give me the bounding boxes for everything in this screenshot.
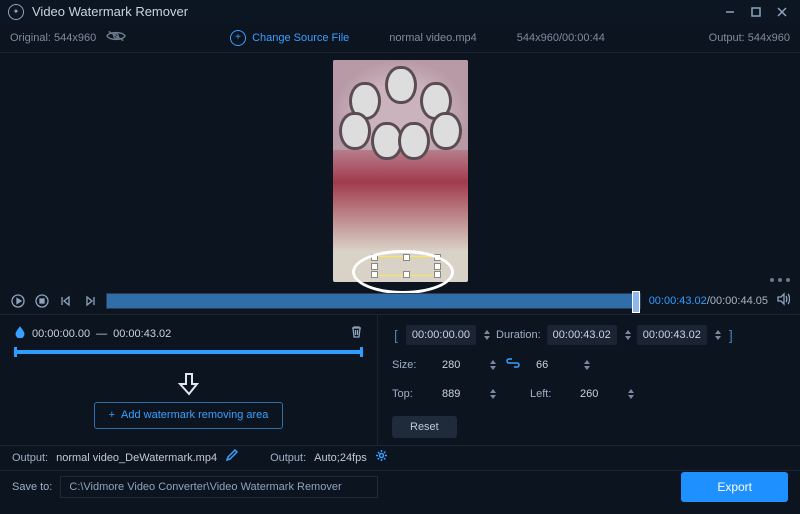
save-row: Save to: C:\Vidmore Video Converter\Vide… (0, 470, 800, 503)
reset-button[interactable]: Reset (392, 416, 457, 438)
properties-panel: [ 00:00:00.00 Duration: 00:00:43.02 00:00… (378, 315, 800, 445)
video-frame (333, 60, 468, 282)
original-label: Original: (10, 31, 51, 45)
segment-end: 00:00:43.02 (113, 327, 171, 341)
maximize-button[interactable] (746, 2, 766, 22)
duration-field[interactable]: 00:00:43.02 (547, 325, 617, 345)
link-icon[interactable] (506, 358, 520, 372)
output-settings-button[interactable] (375, 449, 388, 466)
plus-icon: + (109, 408, 115, 422)
change-source-button[interactable]: + Change Source File (230, 30, 349, 46)
minimize-button[interactable] (720, 2, 740, 22)
video-preview[interactable] (0, 53, 800, 288)
preview-toggle-icon[interactable] (106, 30, 126, 46)
watermark-selection-box[interactable] (373, 256, 439, 276)
app-logo-icon: ✦ (8, 4, 24, 20)
duration-stepper[interactable] (625, 330, 631, 340)
top-label: Top: (392, 387, 426, 401)
timeline-slider[interactable] (106, 293, 641, 309)
header-bar: Original: 544x960 + Change Source File n… (0, 24, 800, 53)
edit-filename-button[interactable] (225, 449, 238, 466)
export-button[interactable]: Export (681, 472, 788, 502)
timecode: 00:00:43.02/00:00:44.05 (649, 294, 768, 308)
stop-button[interactable] (34, 293, 50, 309)
output-format-value: Auto;24fps (314, 451, 367, 465)
change-source-label: Change Source File (252, 31, 349, 45)
duration-label: Duration: (496, 328, 541, 342)
segments-panel: 00:00:00.00 — 00:00:43.02 + Add watermar… (0, 315, 378, 445)
output-res-label: Output: (709, 31, 745, 45)
segment-range-slider[interactable] (14, 350, 363, 354)
playback-bar: 00:00:43.02/00:00:44.05 (0, 288, 800, 314)
add-watermark-area-button[interactable]: + Add watermark removing area (94, 402, 284, 428)
save-path-field[interactable]: C:\Vidmore Video Converter\Video Waterma… (60, 476, 378, 498)
width-field[interactable]: 280 (436, 355, 496, 375)
output-row: Output: normal video_DeWatermark.mp4 Out… (0, 446, 800, 470)
arrow-down-icon (178, 372, 200, 396)
droplet-icon (14, 326, 26, 342)
title-bar: ✦ Video Watermark Remover (0, 0, 800, 24)
segment-dash: — (96, 327, 107, 341)
range-end-stepper[interactable] (715, 330, 721, 340)
play-button[interactable] (10, 293, 26, 309)
filename-label: normal video.mp4 (389, 31, 476, 45)
output-format-label: Output: (270, 451, 306, 465)
more-options-icon[interactable] (770, 278, 790, 282)
range-start-field[interactable]: 00:00:00.00 (406, 325, 476, 345)
save-to-label: Save to: (12, 480, 52, 494)
output-filename: normal video_DeWatermark.mp4 (56, 451, 217, 465)
total-time: 00:00:44.05 (710, 295, 768, 307)
left-label: Left: (530, 387, 564, 401)
app-title: Video Watermark Remover (32, 4, 188, 21)
height-field[interactable]: 66 (530, 355, 590, 375)
bracket-right-icon[interactable]: ] (727, 326, 735, 344)
current-time: 00:00:43.02 (649, 295, 707, 307)
bracket-left-icon[interactable]: [ (392, 326, 400, 344)
add-area-label: Add watermark removing area (121, 408, 268, 422)
output-file-label: Output: (12, 451, 48, 465)
frame-forward-button[interactable] (82, 293, 98, 309)
close-button[interactable] (772, 2, 792, 22)
delete-segment-button[interactable] (350, 325, 363, 342)
volume-icon[interactable] (776, 292, 790, 311)
top-field[interactable]: 889 (436, 384, 496, 404)
size-label: Size: (392, 358, 426, 372)
original-resolution: 544x960 (54, 31, 96, 45)
segment-start: 00:00:00.00 (32, 327, 90, 341)
plus-circle-icon: + (230, 30, 246, 46)
left-field[interactable]: 260 (574, 384, 634, 404)
file-info-label: 544x960/00:00:44 (517, 31, 605, 45)
frame-back-button[interactable] (58, 293, 74, 309)
range-end-field[interactable]: 00:00:43.02 (637, 325, 707, 345)
timeline-thumb[interactable] (632, 291, 640, 313)
output-resolution: 544x960 (748, 31, 790, 45)
range-start-stepper[interactable] (484, 330, 490, 340)
